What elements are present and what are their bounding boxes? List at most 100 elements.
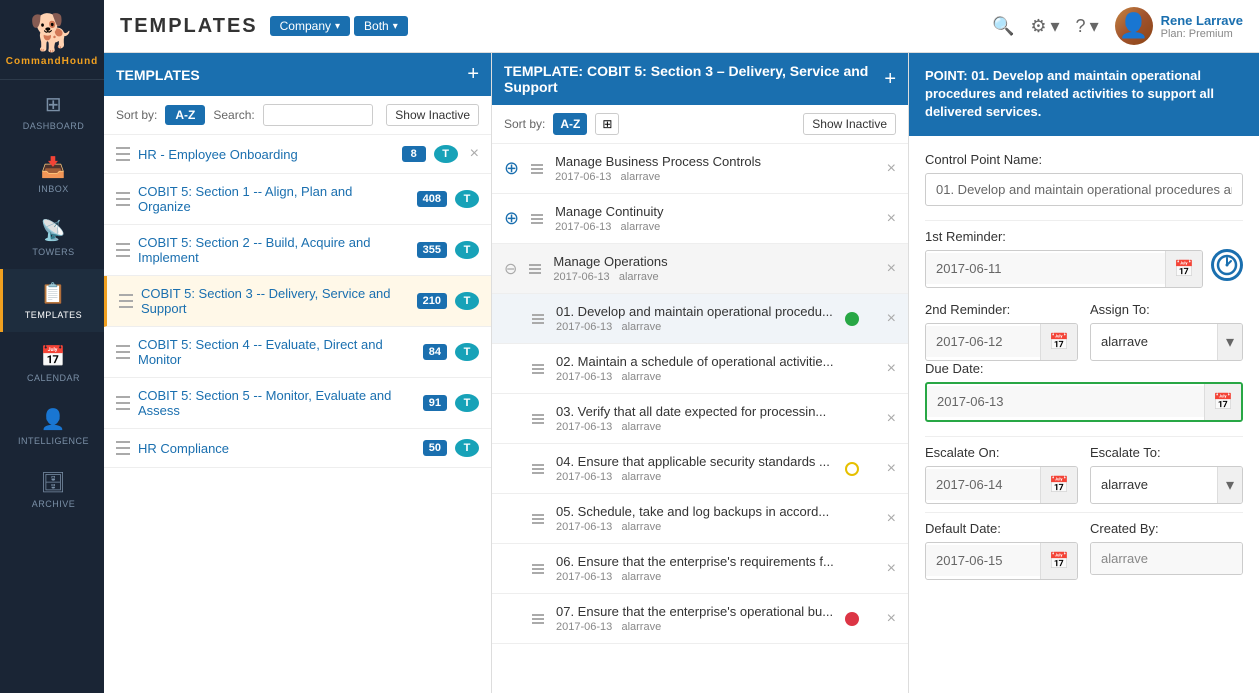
drag-handle-icon (532, 564, 544, 574)
show-inactive-button[interactable]: Show Inactive (803, 113, 896, 135)
template-item[interactable]: COBIT 5: Section 2 -- Build, Acquire and… (104, 225, 491, 276)
close-control-button[interactable]: × (887, 310, 896, 328)
sort-az-button[interactable]: A-Z (165, 105, 205, 125)
inbox-icon: 📥 (41, 155, 66, 180)
template-item[interactable]: COBIT 5: Section 4 -- Evaluate, Direct a… (104, 327, 491, 378)
close-control-button[interactable]: × (887, 260, 896, 278)
count-badge: 408 (417, 191, 447, 207)
show-inactive-button[interactable]: Show Inactive (386, 104, 479, 126)
template-item[interactable]: COBIT 5: Section 1 -- Align, Plan and Or… (104, 174, 491, 225)
templates-panel-title: TEMPLATES (116, 67, 200, 83)
both-caret-icon: ▾ (393, 21, 398, 32)
escalate-to-label: Escalate To: (1090, 445, 1243, 460)
add-template-button[interactable]: + (467, 63, 479, 86)
sidebar-item-label: ARCHIVE (32, 499, 76, 509)
calendar-icon[interactable]: 📅 (1040, 467, 1077, 503)
sort-az-button[interactable]: A-Z (553, 113, 587, 135)
add-control-button[interactable]: + (884, 68, 896, 91)
drag-handle-icon (116, 440, 130, 456)
close-control-button[interactable]: × (887, 460, 896, 478)
control-item[interactable]: ⊕ Manage Business Process Controls 2017-… (492, 144, 908, 194)
control-item[interactable]: 03. Verify that all date expected for pr… (492, 394, 908, 444)
control-meta: 2017-06-13 alarrave (556, 571, 879, 583)
assign-to-select-wrap: alarrave ▾ (1090, 323, 1243, 361)
control-item[interactable]: 06. Ensure that the enterprise's require… (492, 544, 908, 594)
control-item[interactable]: ⊕ Manage Continuity 2017-06-13 alarrave … (492, 194, 908, 244)
expand-icon[interactable]: ⊕ (504, 208, 519, 229)
drag-handle-icon (531, 214, 543, 224)
calendar-icon[interactable]: 📅 (1040, 543, 1077, 579)
control-item[interactable]: 01. Develop and maintain operational pro… (492, 294, 908, 344)
grid-view-button[interactable]: ⊞ (595, 113, 619, 135)
control-info: 06. Ensure that the enterprise's require… (556, 554, 879, 583)
settings-button[interactable]: ⚙ ▾ (1030, 16, 1059, 37)
due-date-value: 2017-06-13 (927, 386, 1204, 417)
search-input[interactable] (263, 104, 373, 126)
close-control-button[interactable]: × (887, 560, 896, 578)
template-name: HR Compliance (138, 441, 415, 456)
gear-icon: ⚙ (1030, 16, 1046, 37)
close-control-button[interactable]: × (887, 210, 896, 228)
control-name: 06. Ensure that the enterprise's require… (556, 554, 879, 569)
sidebar-item-calendar[interactable]: 📅 CALENDAR (0, 332, 104, 395)
control-name: 05. Schedule, take and log backups in ac… (556, 504, 879, 519)
calendar-icon[interactable]: 📅 (1204, 384, 1241, 420)
escalate-row: Escalate On: 2017-06-14 📅 Escalate To: a… (925, 445, 1243, 504)
template-item[interactable]: HR - Employee Onboarding 8 T × (104, 135, 491, 174)
calendar-icon: 📅 (41, 344, 66, 369)
control-item[interactable]: 05. Schedule, take and log backups in ac… (492, 494, 908, 544)
towers-icon: 📡 (41, 218, 66, 243)
drag-handle-icon (532, 514, 544, 524)
help-button[interactable]: ? ▾ (1076, 16, 1099, 37)
sidebar-item-inbox[interactable]: 📥 INBOX (0, 143, 104, 206)
default-date-group: Default Date: 2017-06-15 📅 (925, 521, 1078, 580)
due-date-wrap: 2017-06-13 📅 (925, 382, 1243, 422)
control-item[interactable]: ⊖ Manage Operations 2017-06-13 alarrave … (492, 244, 908, 294)
control-name-label: Control Point Name: (925, 152, 1243, 167)
templates-panel-header: TEMPLATES + (104, 53, 491, 96)
select-caret-icon[interactable]: ▾ (1217, 467, 1242, 503)
both-filter[interactable]: Both ▾ (354, 16, 408, 36)
close-control-button[interactable]: × (887, 410, 896, 428)
sidebar-item-templates[interactable]: 📋 TEMPLATES (0, 269, 104, 332)
control-item[interactable]: 07. Ensure that the enterprise's operati… (492, 594, 908, 644)
sidebar-item-intelligence[interactable]: 👤 INTELLIGENCE (0, 395, 104, 458)
escalate-on-group: Escalate On: 2017-06-14 📅 (925, 445, 1078, 504)
template-item[interactable]: COBIT 5: Section 5 -- Monitor, Evaluate … (104, 378, 491, 429)
select-caret-icon[interactable]: ▾ (1217, 324, 1242, 360)
close-control-button[interactable]: × (887, 160, 896, 178)
control-name-input[interactable] (925, 173, 1243, 206)
expand-icon[interactable]: ⊕ (504, 158, 519, 179)
detail-panel: TEMPLATE: COBIT 5: Section 3 – Delivery,… (492, 53, 909, 693)
control-item[interactable]: 02. Maintain a schedule of operational a… (492, 344, 908, 394)
close-control-button[interactable]: × (887, 360, 896, 378)
assign-to-label: Assign To: (1090, 302, 1243, 317)
control-item[interactable]: 04. Ensure that applicable security stan… (492, 444, 908, 494)
drag-handle-icon (119, 293, 133, 309)
search-button[interactable]: 🔍 (992, 16, 1014, 37)
control-info: 01. Develop and maintain operational pro… (556, 304, 837, 333)
topbar: TEMPLATES Company ▾ Both ▾ 🔍 ⚙ ▾ ? ▾ Ren… (104, 0, 1259, 53)
close-control-button[interactable]: × (887, 610, 896, 628)
calendar-icon[interactable]: 📅 (1040, 324, 1077, 360)
reminder2-group: 2nd Reminder: 2017-06-12 📅 (925, 302, 1078, 361)
template-item[interactable]: HR Compliance 50 T (104, 429, 491, 468)
remove-template-button[interactable]: × (470, 145, 479, 163)
calendar-icon[interactable]: 📅 (1165, 251, 1202, 287)
help-icon: ? (1076, 16, 1086, 37)
sidebar-item-dashboard[interactable]: ⊞ DASHBOARD (0, 80, 104, 143)
drag-handle-icon (116, 146, 130, 162)
company-filter[interactable]: Company ▾ (270, 16, 350, 36)
close-control-button[interactable]: × (887, 510, 896, 528)
sidebar-item-towers[interactable]: 📡 TOWERS (0, 206, 104, 269)
sidebar-item-label: INBOX (38, 184, 69, 194)
sidebar-item-archive[interactable]: 🗄 ARCHIVE (0, 458, 104, 521)
sort-label: Sort by: (116, 108, 157, 122)
collapse-icon[interactable]: ⊖ (504, 259, 517, 279)
drag-handle-icon (532, 314, 544, 324)
reminder2-date-value: 2017-06-12 (926, 326, 1040, 357)
status-badge (845, 462, 859, 476)
templates-panel: TEMPLATES + Sort by: A-Z Search: Show In… (104, 53, 492, 693)
template-item[interactable]: COBIT 5: Section 3 -- Delivery, Service … (104, 276, 491, 327)
sidebar-item-label: DASHBOARD (23, 121, 85, 131)
